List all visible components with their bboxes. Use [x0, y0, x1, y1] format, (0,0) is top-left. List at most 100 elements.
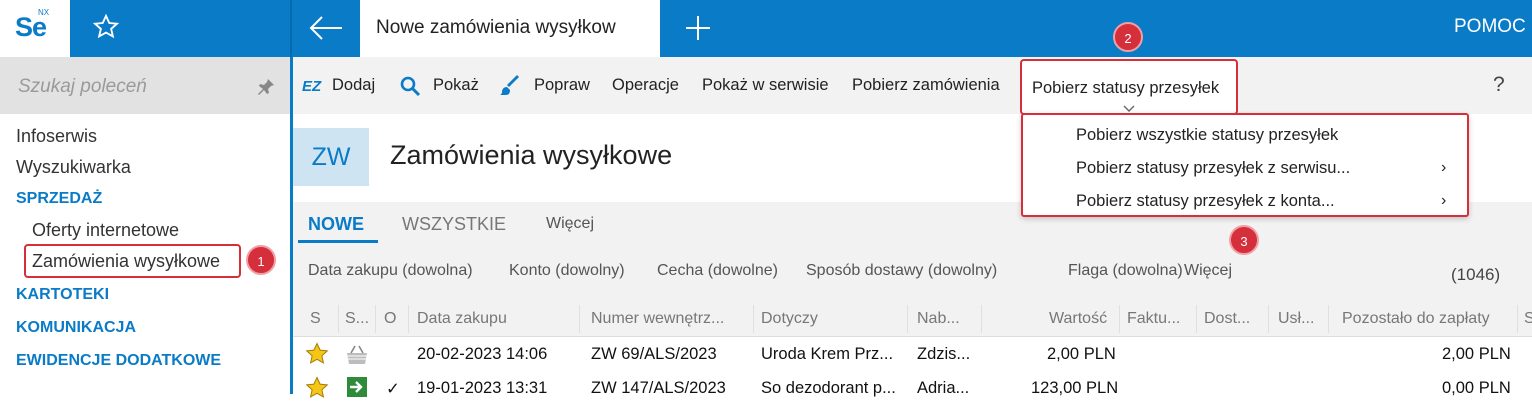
sidebar: Szukaj poleceń Infoserwis Wyszukiwarka S…: [0, 57, 290, 394]
col-divider: [1268, 305, 1269, 333]
toolbar: EZ Dodaj Pokaż Popraw Operacje Pokaż w s…: [293, 57, 1532, 115]
sidebar-section-ewidencje[interactable]: EWIDENCJE DODATKOWE: [16, 352, 221, 370]
cell-concerns: Uroda Krem Prz...: [761, 345, 894, 363]
cell-number: ZW 147/ALS/2023: [591, 379, 726, 397]
filter-account[interactable]: Konto (dowolny): [509, 262, 625, 280]
col-concerns[interactable]: Dotyczy: [761, 310, 818, 328]
cell-date: 20-02-2023 14:06: [417, 345, 548, 363]
record-count: (1046): [1451, 265, 1501, 284]
col-divider: [1119, 305, 1120, 333]
col-buyer[interactable]: Nab...: [917, 310, 960, 328]
col-s3[interactable]: S: [1524, 310, 1532, 328]
cell-check: ✓: [386, 380, 400, 398]
col-purchase-date[interactable]: Data zakupu: [417, 310, 507, 328]
top-separator: [290, 0, 292, 57]
filter-delivery-method[interactable]: Sposób dostawy (dowolny): [806, 262, 997, 280]
sidebar-item-wyszukiwarka[interactable]: Wyszukiwarka: [16, 157, 131, 178]
col-delivery[interactable]: Dost...: [1204, 310, 1250, 328]
new-tab-plus-icon[interactable]: [684, 12, 712, 44]
tab-wiecej[interactable]: Więcej: [546, 215, 594, 233]
sidebar-item-oferty[interactable]: Oferty internetowe: [32, 220, 179, 241]
col-divider: [338, 305, 339, 333]
page-title: Zamówienia wysyłkowe: [390, 140, 673, 170]
favorites-star-icon[interactable]: [92, 12, 120, 42]
star-flag-icon[interactable]: [305, 376, 329, 400]
fetch-statuses-button[interactable]: Pobierz statusy przesyłek: [1020, 59, 1238, 115]
menu-item-fetch-from-account[interactable]: Pobierz statusy przesyłek z konta...: [1076, 192, 1335, 211]
callout-badge-2: 2: [1113, 22, 1143, 52]
magnifier-icon: [400, 76, 421, 97]
show-button[interactable]: Pokaż: [433, 76, 479, 95]
cell-value: 123,00 PLN: [1031, 379, 1119, 397]
col-divider: [1328, 305, 1329, 333]
col-divider: [375, 305, 376, 333]
star-flag-icon[interactable]: [305, 342, 329, 366]
col-s[interactable]: S: [310, 310, 321, 328]
sidebar-section-kartoteki[interactable]: KARTOTEKI: [16, 286, 109, 304]
col-s2[interactable]: S...: [345, 310, 369, 328]
cell-remaining: 0,00 PLN: [1442, 379, 1511, 397]
top-bar: Se NX Nowe zamówienia wysyłkow POMOC: [0, 0, 1532, 57]
operations-button[interactable]: Operacje: [612, 76, 679, 95]
fetch-statuses-dropdown: Pobierz wszystkie statusy przesyłek Pobi…: [1021, 113, 1469, 217]
col-service[interactable]: Usł...: [1278, 310, 1314, 328]
import-icon: [347, 377, 367, 397]
grid-header: S S... O Data zakupu Numer wewnętrz... D…: [293, 301, 1532, 337]
col-remaining[interactable]: Pozostało do zapłaty: [1342, 310, 1490, 328]
brush-icon: [500, 75, 519, 95]
cell-buyer: Zdzis...: [917, 345, 971, 363]
col-divider: [1517, 305, 1518, 333]
sidebar-item-infoserwis[interactable]: Infoserwis: [16, 126, 97, 147]
col-divider: [1196, 305, 1197, 333]
callout-badge-1: 1: [246, 245, 276, 275]
table-row[interactable]: 20-02-2023 14:06 ZW 69/ALS/2023 Uroda Kr…: [293, 337, 1532, 371]
sidebar-section-komunikacja[interactable]: KOMUNIKACJA: [16, 319, 136, 337]
help-link[interactable]: POMOC: [1454, 16, 1526, 38]
search-placeholder[interactable]: Szukaj poleceń: [18, 76, 147, 98]
menu-item-fetch-from-service[interactable]: Pobierz statusy przesyłek z serwisu...: [1076, 159, 1350, 178]
edit-button[interactable]: Popraw: [534, 76, 590, 95]
filter-purchase-date[interactable]: Data zakupu (dowolna): [308, 262, 473, 280]
tab-active-document[interactable]: Nowe zamówienia wysyłkow: [360, 0, 660, 57]
fetch-statuses-label: Pobierz statusy przesyłek: [1032, 79, 1220, 97]
basket-icon: [347, 345, 367, 364]
back-arrow-icon[interactable]: [308, 12, 344, 44]
cell-date: 19-01-2023 13:31: [417, 379, 548, 397]
cell-value: 2,00 PLN: [1047, 345, 1116, 363]
col-value[interactable]: Wartość: [1049, 310, 1107, 328]
table-row[interactable]: ✓ 19-01-2023 13:31 ZW 147/ALS/2023 So de…: [293, 371, 1532, 405]
show-in-service-button[interactable]: Pokaż w serwisie: [702, 76, 829, 95]
active-tab-indicator: [298, 240, 378, 243]
help-button[interactable]: ?: [1493, 73, 1505, 97]
pin-icon[interactable]: [256, 77, 276, 97]
filter-flag[interactable]: Flaga (dowolna): [1068, 262, 1183, 280]
menu-item-fetch-all[interactable]: Pobierz wszystkie statusy przesyłek: [1076, 126, 1338, 145]
app-logo[interactable]: Se NX: [0, 0, 70, 57]
submenu-arrow-icon: ›: [1441, 192, 1447, 209]
module-badge: ZW: [293, 128, 369, 186]
col-invoice[interactable]: Faktu...: [1127, 310, 1180, 328]
col-divider: [408, 305, 409, 333]
chevron-down-icon: [1123, 105, 1135, 112]
ez-icon: EZ: [302, 78, 322, 95]
col-internal-number[interactable]: Numer wewnętrz...: [591, 310, 724, 328]
cell-concerns: So dezodorant p...: [761, 379, 896, 397]
filter-feature[interactable]: Cecha (dowolne): [657, 262, 778, 280]
col-divider: [753, 305, 754, 333]
col-divider: [981, 305, 982, 333]
tab-nowe[interactable]: NOWE: [308, 214, 364, 235]
cell-remaining: 2,00 PLN: [1442, 345, 1511, 363]
logo-sup: NX: [38, 8, 50, 17]
sidebar-section-sprzedaz[interactable]: SPRZEDAŻ: [16, 190, 102, 208]
col-o[interactable]: O: [384, 310, 396, 328]
cell-buyer: Adria...: [917, 379, 970, 397]
col-divider: [579, 305, 580, 333]
add-button[interactable]: Dodaj: [332, 76, 375, 95]
command-search[interactable]: Szukaj poleceń: [0, 57, 290, 114]
submenu-arrow-icon: ›: [1441, 159, 1447, 176]
filter-more[interactable]: Więcej: [1184, 262, 1232, 280]
col-divider: [907, 305, 908, 333]
sidebar-item-zamowienia[interactable]: Zamówienia wysyłkowe: [32, 251, 220, 272]
fetch-orders-button[interactable]: Pobierz zamówienia: [852, 76, 1000, 95]
tab-wszystkie[interactable]: WSZYSTKIE: [402, 214, 506, 235]
